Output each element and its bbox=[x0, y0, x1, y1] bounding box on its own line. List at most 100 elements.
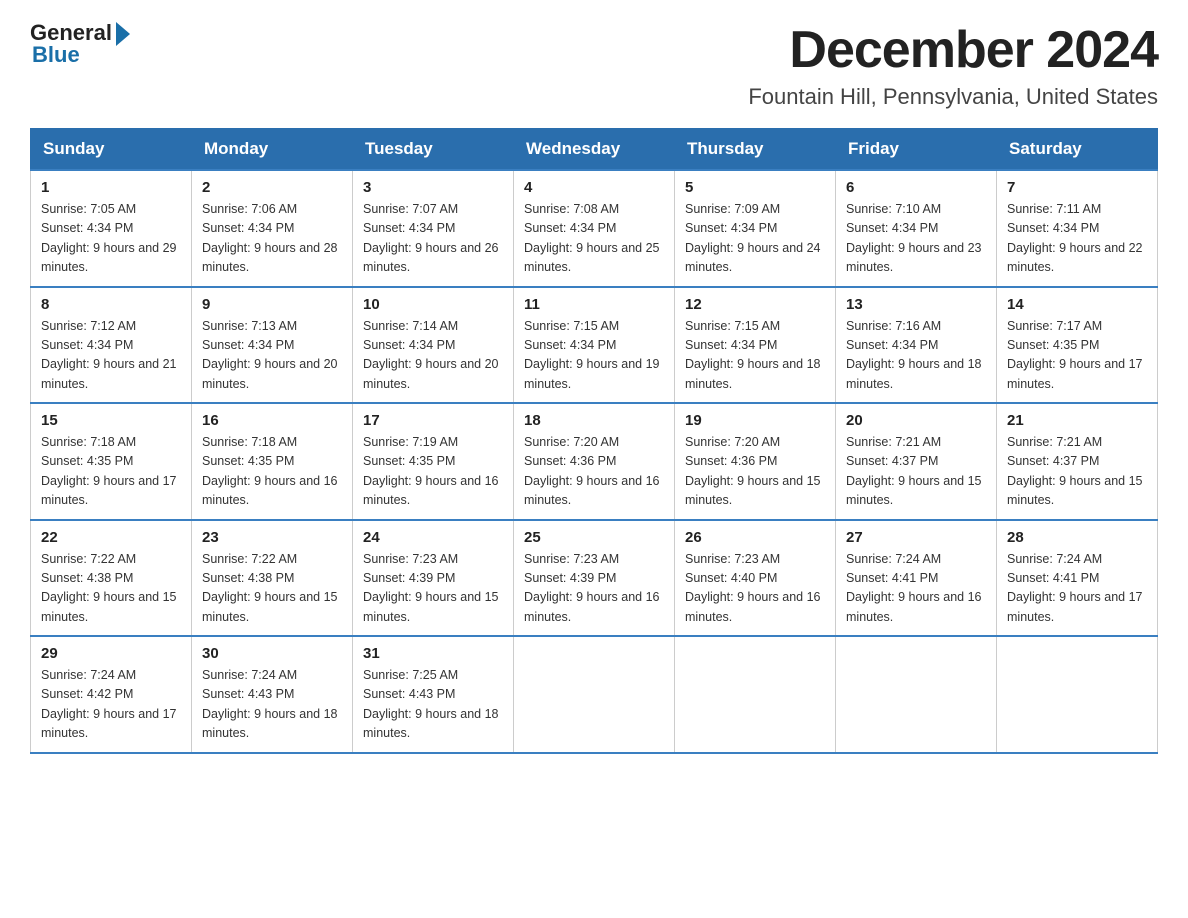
calendar-week-row: 1 Sunrise: 7:05 AMSunset: 4:34 PMDayligh… bbox=[31, 170, 1158, 287]
day-info: Sunrise: 7:24 AMSunset: 4:41 PMDaylight:… bbox=[846, 552, 982, 624]
day-number: 8 bbox=[41, 296, 181, 313]
calendar-cell bbox=[836, 636, 997, 753]
day-number: 20 bbox=[846, 412, 986, 429]
day-info: Sunrise: 7:05 AMSunset: 4:34 PMDaylight:… bbox=[41, 202, 177, 274]
calendar-cell bbox=[997, 636, 1158, 753]
weekday-header-wednesday: Wednesday bbox=[514, 129, 675, 171]
day-info: Sunrise: 7:16 AMSunset: 4:34 PMDaylight:… bbox=[846, 319, 982, 391]
day-number: 21 bbox=[1007, 412, 1147, 429]
day-info: Sunrise: 7:19 AMSunset: 4:35 PMDaylight:… bbox=[363, 435, 499, 507]
calendar-cell: 17 Sunrise: 7:19 AMSunset: 4:35 PMDaylig… bbox=[353, 403, 514, 520]
day-info: Sunrise: 7:23 AMSunset: 4:39 PMDaylight:… bbox=[524, 552, 660, 624]
day-info: Sunrise: 7:23 AMSunset: 4:40 PMDaylight:… bbox=[685, 552, 821, 624]
weekday-header-thursday: Thursday bbox=[675, 129, 836, 171]
day-info: Sunrise: 7:20 AMSunset: 4:36 PMDaylight:… bbox=[524, 435, 660, 507]
day-number: 19 bbox=[685, 412, 825, 429]
logo-blue-text: Blue bbox=[32, 42, 80, 68]
day-info: Sunrise: 7:18 AMSunset: 4:35 PMDaylight:… bbox=[41, 435, 177, 507]
calendar-cell bbox=[675, 636, 836, 753]
header: General Blue December 2024 Fountain Hill… bbox=[30, 20, 1158, 110]
day-number: 12 bbox=[685, 296, 825, 313]
calendar-cell: 29 Sunrise: 7:24 AMSunset: 4:42 PMDaylig… bbox=[31, 636, 192, 753]
day-number: 5 bbox=[685, 179, 825, 196]
location-subtitle: Fountain Hill, Pennsylvania, United Stat… bbox=[748, 84, 1158, 110]
day-number: 15 bbox=[41, 412, 181, 429]
calendar-cell: 1 Sunrise: 7:05 AMSunset: 4:34 PMDayligh… bbox=[31, 170, 192, 287]
calendar-table: SundayMondayTuesdayWednesdayThursdayFrid… bbox=[30, 128, 1158, 754]
day-number: 18 bbox=[524, 412, 664, 429]
calendar-cell: 18 Sunrise: 7:20 AMSunset: 4:36 PMDaylig… bbox=[514, 403, 675, 520]
calendar-cell: 16 Sunrise: 7:18 AMSunset: 4:35 PMDaylig… bbox=[192, 403, 353, 520]
calendar-cell: 26 Sunrise: 7:23 AMSunset: 4:40 PMDaylig… bbox=[675, 520, 836, 637]
day-number: 1 bbox=[41, 179, 181, 196]
day-number: 24 bbox=[363, 529, 503, 546]
day-number: 23 bbox=[202, 529, 342, 546]
calendar-cell: 21 Sunrise: 7:21 AMSunset: 4:37 PMDaylig… bbox=[997, 403, 1158, 520]
day-info: Sunrise: 7:17 AMSunset: 4:35 PMDaylight:… bbox=[1007, 319, 1143, 391]
day-number: 27 bbox=[846, 529, 986, 546]
calendar-cell: 2 Sunrise: 7:06 AMSunset: 4:34 PMDayligh… bbox=[192, 170, 353, 287]
weekday-header-friday: Friday bbox=[836, 129, 997, 171]
day-number: 22 bbox=[41, 529, 181, 546]
calendar-header-row: SundayMondayTuesdayWednesdayThursdayFrid… bbox=[31, 129, 1158, 171]
calendar-cell: 15 Sunrise: 7:18 AMSunset: 4:35 PMDaylig… bbox=[31, 403, 192, 520]
calendar-cell: 27 Sunrise: 7:24 AMSunset: 4:41 PMDaylig… bbox=[836, 520, 997, 637]
calendar-week-row: 22 Sunrise: 7:22 AMSunset: 4:38 PMDaylig… bbox=[31, 520, 1158, 637]
day-info: Sunrise: 7:08 AMSunset: 4:34 PMDaylight:… bbox=[524, 202, 660, 274]
calendar-cell bbox=[514, 636, 675, 753]
calendar-cell: 8 Sunrise: 7:12 AMSunset: 4:34 PMDayligh… bbox=[31, 287, 192, 404]
calendar-cell: 30 Sunrise: 7:24 AMSunset: 4:43 PMDaylig… bbox=[192, 636, 353, 753]
calendar-cell: 3 Sunrise: 7:07 AMSunset: 4:34 PMDayligh… bbox=[353, 170, 514, 287]
calendar-week-row: 29 Sunrise: 7:24 AMSunset: 4:42 PMDaylig… bbox=[31, 636, 1158, 753]
day-number: 29 bbox=[41, 645, 181, 662]
day-info: Sunrise: 7:23 AMSunset: 4:39 PMDaylight:… bbox=[363, 552, 499, 624]
logo: General Blue bbox=[30, 20, 130, 68]
page-title: December 2024 bbox=[748, 20, 1158, 80]
day-info: Sunrise: 7:24 AMSunset: 4:43 PMDaylight:… bbox=[202, 668, 338, 740]
day-number: 2 bbox=[202, 179, 342, 196]
calendar-cell: 19 Sunrise: 7:20 AMSunset: 4:36 PMDaylig… bbox=[675, 403, 836, 520]
day-info: Sunrise: 7:15 AMSunset: 4:34 PMDaylight:… bbox=[524, 319, 660, 391]
day-number: 14 bbox=[1007, 296, 1147, 313]
calendar-cell: 13 Sunrise: 7:16 AMSunset: 4:34 PMDaylig… bbox=[836, 287, 997, 404]
calendar-cell: 11 Sunrise: 7:15 AMSunset: 4:34 PMDaylig… bbox=[514, 287, 675, 404]
weekday-header-sunday: Sunday bbox=[31, 129, 192, 171]
day-info: Sunrise: 7:11 AMSunset: 4:34 PMDaylight:… bbox=[1007, 202, 1143, 274]
day-info: Sunrise: 7:20 AMSunset: 4:36 PMDaylight:… bbox=[685, 435, 821, 507]
day-info: Sunrise: 7:14 AMSunset: 4:34 PMDaylight:… bbox=[363, 319, 499, 391]
day-info: Sunrise: 7:10 AMSunset: 4:34 PMDaylight:… bbox=[846, 202, 982, 274]
day-number: 9 bbox=[202, 296, 342, 313]
day-info: Sunrise: 7:07 AMSunset: 4:34 PMDaylight:… bbox=[363, 202, 499, 274]
day-number: 17 bbox=[363, 412, 503, 429]
day-info: Sunrise: 7:13 AMSunset: 4:34 PMDaylight:… bbox=[202, 319, 338, 391]
calendar-cell: 10 Sunrise: 7:14 AMSunset: 4:34 PMDaylig… bbox=[353, 287, 514, 404]
weekday-header-monday: Monday bbox=[192, 129, 353, 171]
day-info: Sunrise: 7:25 AMSunset: 4:43 PMDaylight:… bbox=[363, 668, 499, 740]
day-number: 16 bbox=[202, 412, 342, 429]
calendar-cell: 31 Sunrise: 7:25 AMSunset: 4:43 PMDaylig… bbox=[353, 636, 514, 753]
day-number: 6 bbox=[846, 179, 986, 196]
day-number: 31 bbox=[363, 645, 503, 662]
weekday-header-tuesday: Tuesday bbox=[353, 129, 514, 171]
calendar-cell: 4 Sunrise: 7:08 AMSunset: 4:34 PMDayligh… bbox=[514, 170, 675, 287]
calendar-cell: 7 Sunrise: 7:11 AMSunset: 4:34 PMDayligh… bbox=[997, 170, 1158, 287]
day-info: Sunrise: 7:21 AMSunset: 4:37 PMDaylight:… bbox=[1007, 435, 1143, 507]
weekday-header-saturday: Saturday bbox=[997, 129, 1158, 171]
day-info: Sunrise: 7:09 AMSunset: 4:34 PMDaylight:… bbox=[685, 202, 821, 274]
day-info: Sunrise: 7:24 AMSunset: 4:41 PMDaylight:… bbox=[1007, 552, 1143, 624]
calendar-week-row: 8 Sunrise: 7:12 AMSunset: 4:34 PMDayligh… bbox=[31, 287, 1158, 404]
logo-triangle-icon bbox=[116, 22, 130, 46]
day-info: Sunrise: 7:15 AMSunset: 4:34 PMDaylight:… bbox=[685, 319, 821, 391]
calendar-cell: 9 Sunrise: 7:13 AMSunset: 4:34 PMDayligh… bbox=[192, 287, 353, 404]
day-number: 26 bbox=[685, 529, 825, 546]
day-info: Sunrise: 7:18 AMSunset: 4:35 PMDaylight:… bbox=[202, 435, 338, 507]
day-number: 25 bbox=[524, 529, 664, 546]
day-info: Sunrise: 7:21 AMSunset: 4:37 PMDaylight:… bbox=[846, 435, 982, 507]
calendar-cell: 12 Sunrise: 7:15 AMSunset: 4:34 PMDaylig… bbox=[675, 287, 836, 404]
day-number: 4 bbox=[524, 179, 664, 196]
calendar-cell: 5 Sunrise: 7:09 AMSunset: 4:34 PMDayligh… bbox=[675, 170, 836, 287]
title-area: December 2024 Fountain Hill, Pennsylvani… bbox=[748, 20, 1158, 110]
calendar-cell: 28 Sunrise: 7:24 AMSunset: 4:41 PMDaylig… bbox=[997, 520, 1158, 637]
day-number: 13 bbox=[846, 296, 986, 313]
day-info: Sunrise: 7:22 AMSunset: 4:38 PMDaylight:… bbox=[202, 552, 338, 624]
